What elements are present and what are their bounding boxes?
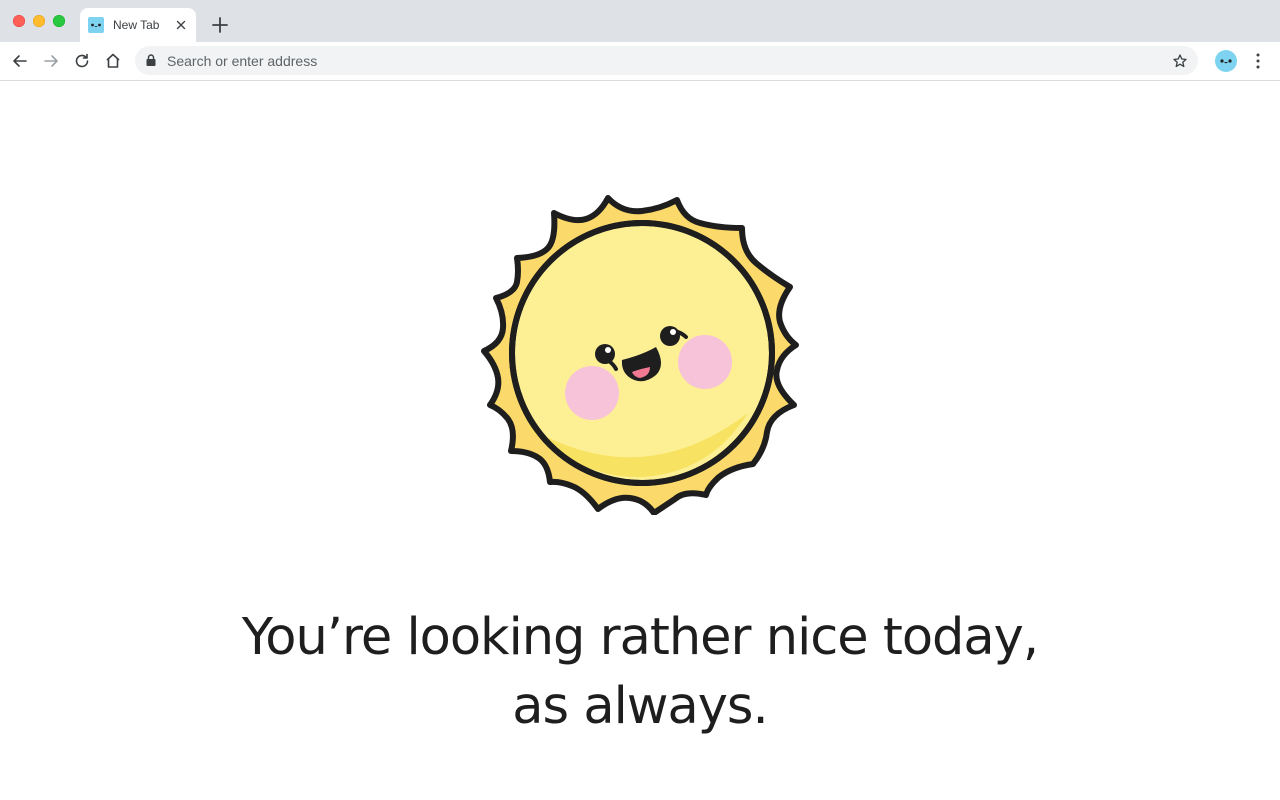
home-icon[interactable] [103,51,123,71]
tab-title: New Tab [113,18,160,32]
plus-icon[interactable] [210,15,230,35]
left-cheek [565,366,619,420]
reload-icon[interactable] [72,51,92,71]
kebab-menu-icon[interactable] [1250,51,1266,71]
lock-icon [146,54,156,66]
arrow-right-icon[interactable] [41,51,61,71]
right-cheek [678,335,732,389]
greeting-line-2: as always. [512,677,768,736]
tab-new-tab[interactable]: New Tab [80,8,196,42]
smiling-sun-illustration [481,195,799,515]
browser-toolbar: Search or enter address [0,42,1280,81]
sun-face-icon [88,17,104,33]
browser-titlebar: New Tab [0,0,1280,42]
profile-avatar-icon[interactable] [1215,50,1237,72]
arrow-left-icon[interactable] [10,51,30,71]
window-close-button[interactable] [13,15,25,27]
close-icon[interactable] [173,17,189,33]
address-bar[interactable]: Search or enter address [135,46,1198,75]
greeting-message: You’re looking rather nice today, as alw… [0,603,1280,741]
greeting-line-1: You’re looking rather nice today, [241,608,1039,667]
star-icon[interactable] [1172,53,1188,69]
address-placeholder: Search or enter address [167,53,318,69]
window-minimize-button[interactable] [33,15,45,27]
window-maximize-button[interactable] [53,15,65,27]
